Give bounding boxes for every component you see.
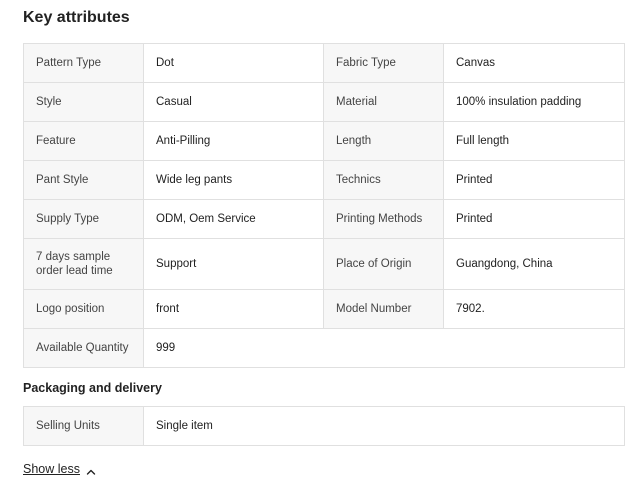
- attr-value: Full length: [443, 121, 625, 161]
- table-row: Logo position front Model Number 7902.: [23, 289, 625, 329]
- table-row: 7 days sample order lead time Support Pl…: [23, 238, 625, 290]
- attr-key: Feature: [23, 121, 144, 161]
- attr-value: 7902.: [443, 289, 625, 329]
- attr-value: Printed: [443, 160, 625, 200]
- attr-value: Printed: [443, 199, 625, 239]
- table-row: Pant Style Wide leg pants Technics Print…: [23, 160, 625, 200]
- attr-value: front: [143, 289, 324, 329]
- attr-value: Guangdong, China: [443, 238, 625, 290]
- attr-value: ODM, Oem Service: [143, 199, 324, 239]
- attr-key: Pant Style: [23, 160, 144, 200]
- attr-value: Single item: [143, 406, 625, 446]
- chevron-up-icon: [86, 465, 96, 475]
- attr-key: Selling Units: [23, 406, 144, 446]
- packaging-title: Packaging and delivery: [23, 381, 162, 395]
- key-attributes-title: Key attributes: [23, 9, 130, 26]
- attr-key: Material: [323, 82, 444, 122]
- packaging-table: Selling Units Single item: [23, 406, 625, 446]
- table-row: Style Casual Material 100% insulation pa…: [23, 82, 625, 122]
- product-attributes-page: Key attributes Pattern Type Dot Fabric T…: [0, 0, 642, 495]
- show-less-label: Show less: [23, 462, 80, 476]
- attr-key: Model Number: [323, 289, 444, 329]
- attr-key: Length: [323, 121, 444, 161]
- attr-value: Wide leg pants: [143, 160, 324, 200]
- attr-value: Anti-Pilling: [143, 121, 324, 161]
- attr-key: Pattern Type: [23, 43, 144, 83]
- attr-key: 7 days sample order lead time: [23, 238, 144, 290]
- table-row: Feature Anti-Pilling Length Full length: [23, 121, 625, 161]
- key-attributes-table: Pattern Type Dot Fabric Type Canvas Styl…: [23, 43, 625, 368]
- attr-value: Canvas: [443, 43, 625, 83]
- attr-key: Technics: [323, 160, 444, 200]
- attr-value: Dot: [143, 43, 324, 83]
- attr-key: Place of Origin: [323, 238, 444, 290]
- attr-key: Supply Type: [23, 199, 144, 239]
- table-row: Pattern Type Dot Fabric Type Canvas: [23, 43, 625, 83]
- attr-value: Casual: [143, 82, 324, 122]
- table-row: Supply Type ODM, Oem Service Printing Me…: [23, 199, 625, 239]
- attr-value: 999: [143, 328, 625, 368]
- attr-key: Fabric Type: [323, 43, 444, 83]
- attr-key: Printing Methods: [323, 199, 444, 239]
- attr-key: Style: [23, 82, 144, 122]
- attr-value: 100% insulation padding: [443, 82, 625, 122]
- attr-key: Logo position: [23, 289, 144, 329]
- attr-key: Available Quantity: [23, 328, 144, 368]
- table-row: Selling Units Single item: [23, 406, 625, 446]
- table-row: Available Quantity 999: [23, 328, 625, 368]
- show-less-link[interactable]: Show less: [23, 461, 96, 477]
- attr-value: Support: [143, 238, 324, 290]
